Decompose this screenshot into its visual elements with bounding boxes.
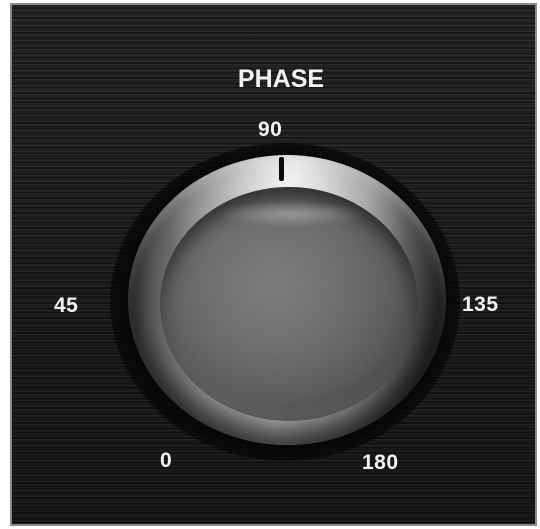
scale-label-135: 135 (462, 293, 499, 316)
phase-control-panel: PHASE 90 45 135 0 180 (10, 3, 537, 526)
knob-highlight (217, 201, 367, 227)
scale-label-90: 90 (258, 118, 283, 141)
phase-label: PHASE (237, 65, 325, 93)
scale-label-180: 180 (362, 451, 399, 474)
knob-pointer-mark (279, 157, 284, 181)
scale-label-0: 0 (160, 449, 173, 472)
scale-label-45: 45 (54, 294, 79, 317)
